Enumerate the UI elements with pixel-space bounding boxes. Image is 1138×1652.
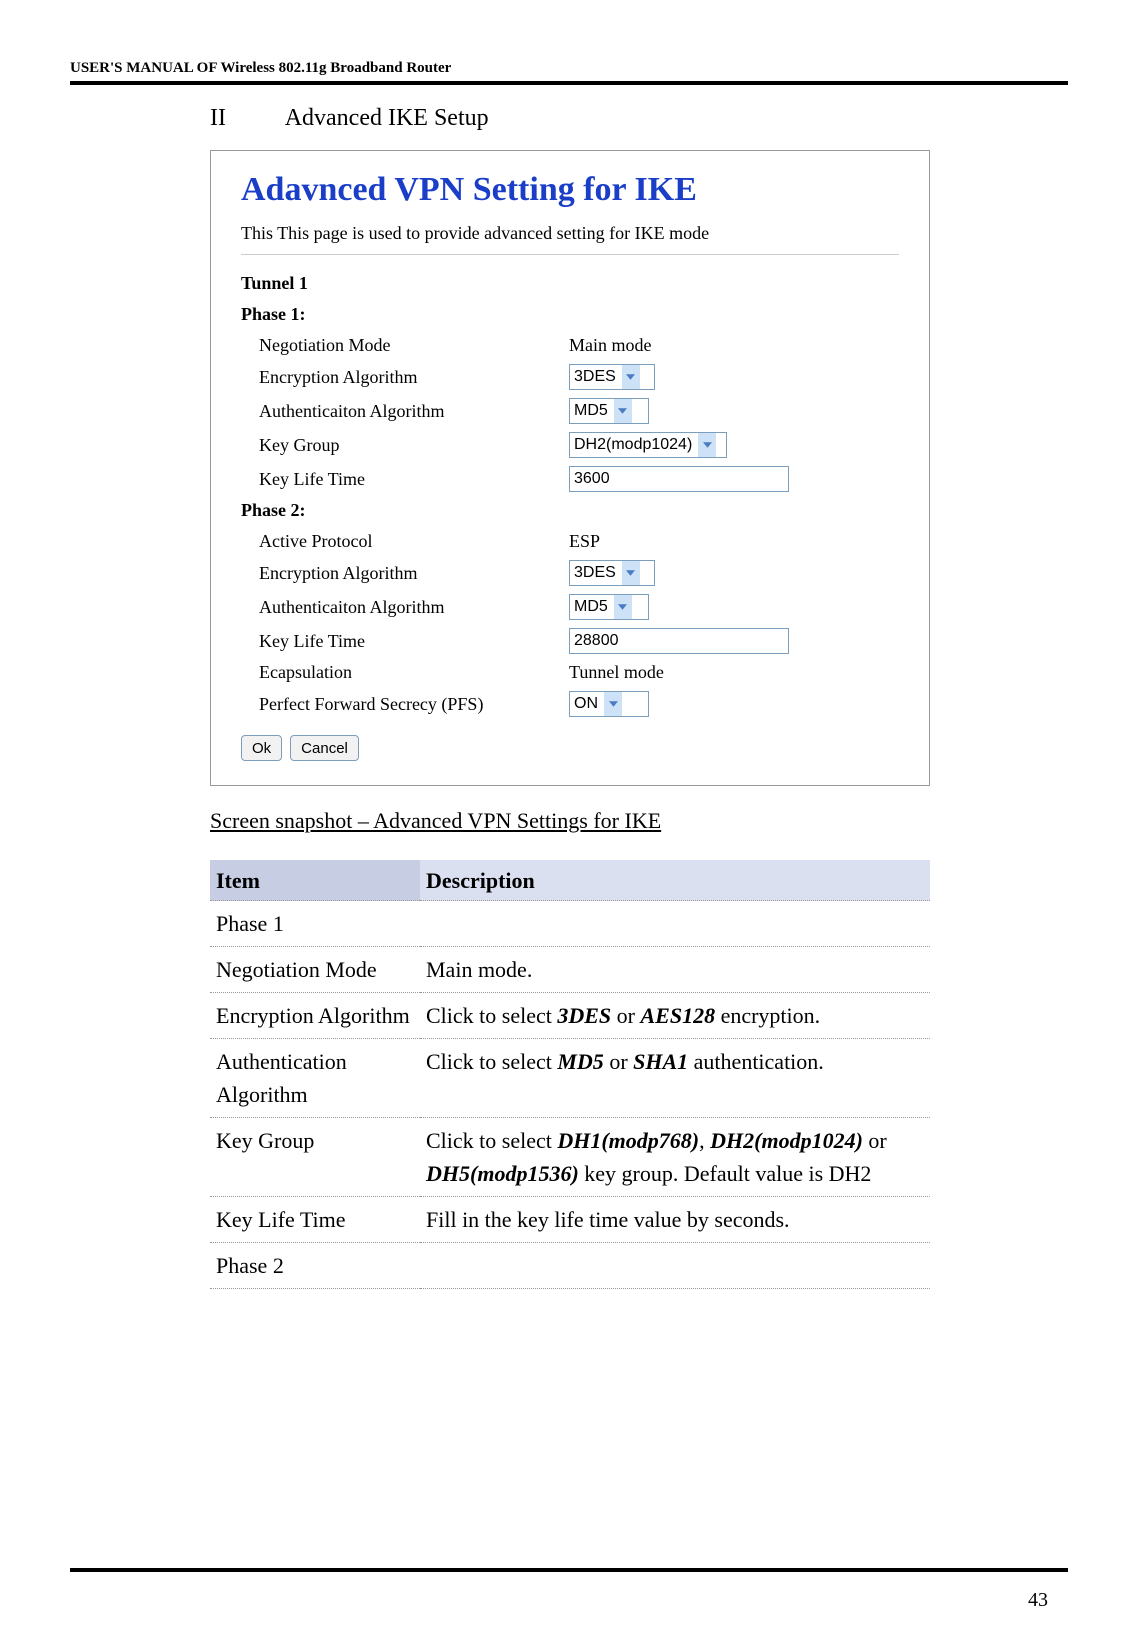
row-p2-auth: Authenticaiton Algorithm MD5 [259,594,899,620]
p2-encryption-label: Encryption Algorithm [259,563,569,584]
row-p2-encryption: Encryption Algorithm 3DES [259,560,899,586]
key-group-label: Key Group [259,435,569,456]
chevron-down-icon [698,433,716,457]
p1-auth-value: MD5 [570,402,614,420]
pfs-label: Perfect Forward Secrecy (PFS) [259,694,569,715]
p2-auth-value: MD5 [570,598,614,616]
row-p2-key-life: Key Life Time 28800 [259,628,899,654]
cell-item: Phase 1 [210,901,420,947]
key-group-select[interactable]: DH2(modp1024) [569,432,727,458]
phase2-label: Phase 2: [241,500,899,521]
table-row: Phase 2 [210,1243,930,1289]
cell-desc [420,1243,930,1289]
cell-desc: Click to select DH1(modp768), DH2(modp10… [420,1118,930,1197]
page-header: USER'S MANUAL OF Wireless 802.11g Broadb… [70,60,1068,77]
negotiation-mode-value: Main mode [569,335,652,356]
p1-encryption-select[interactable]: 3DES [569,364,655,390]
page-number: 43 [1028,1589,1048,1612]
section-roman: II [210,105,280,132]
row-p1-auth: Authenticaiton Algorithm MD5 [259,398,899,424]
table-row: Encryption Algorithm Click to select 3DE… [210,993,930,1039]
p1-auth-select[interactable]: MD5 [569,398,649,424]
table-header-row: Item Description [210,860,930,901]
row-key-group: Key Group DH2(modp1024) [259,432,899,458]
section-heading: II Advanced IKE Setup [210,105,1068,132]
chevron-down-icon [604,692,622,716]
header-item: Item [210,860,420,901]
section-title: Advanced IKE Setup [285,105,489,131]
p1-key-life-input[interactable]: 3600 [569,466,789,492]
pfs-value: ON [570,695,604,713]
pfs-select[interactable]: ON [569,691,649,717]
p2-key-life-value: 28800 [574,632,619,650]
chevron-down-icon [622,365,640,389]
cell-item: Key Group [210,1118,420,1197]
chevron-down-icon [622,561,640,585]
panel-description: This This page is used to provide advanc… [241,223,899,244]
panel-divider [241,254,899,255]
table-row: Key Life Time Fill in the key life time … [210,1197,930,1243]
p2-key-life-input[interactable]: 28800 [569,628,789,654]
cell-desc [420,901,930,947]
description-table: Item Description Phase 1 Negotiation Mod… [210,860,930,1289]
table-row: Negotiation Mode Main mode. [210,947,930,993]
tunnel-label: Tunnel 1 [241,273,899,294]
p2-auth-label: Authenticaiton Algorithm [259,597,569,618]
button-row: Ok Cancel [241,735,899,761]
cell-item: Authentication Algorithm [210,1039,420,1118]
row-negotiation-mode: Negotiation Mode Main mode [259,335,899,356]
key-group-value: DH2(modp1024) [570,436,698,454]
screenshot-caption: Screen snapshot – Advanced VPN Settings … [210,808,1068,834]
table-row: Authentication Algorithm Click to select… [210,1039,930,1118]
negotiation-mode-label: Negotiation Mode [259,335,569,356]
cancel-button[interactable]: Cancel [290,735,359,761]
p1-key-life-label: Key Life Time [259,469,569,490]
chevron-down-icon [614,595,632,619]
ok-button[interactable]: Ok [241,735,282,761]
p2-key-life-label: Key Life Time [259,631,569,652]
p2-encryption-value: 3DES [570,564,622,582]
p1-encryption-label: Encryption Algorithm [259,367,569,388]
chevron-down-icon [614,399,632,423]
cell-item: Phase 2 [210,1243,420,1289]
table-row: Key Group Click to select DH1(modp768), … [210,1118,930,1197]
encapsulation-label: Ecapsulation [259,662,569,683]
header-rule [70,81,1068,85]
p2-auth-select[interactable]: MD5 [569,594,649,620]
cell-desc: Fill in the key life time value by secon… [420,1197,930,1243]
active-protocol-value: ESP [569,531,600,552]
cell-item: Encryption Algorithm [210,993,420,1039]
vpn-settings-panel: Adavnced VPN Setting for IKE This This p… [210,150,930,786]
row-p1-encryption: Encryption Algorithm 3DES [259,364,899,390]
active-protocol-label: Active Protocol [259,531,569,552]
p1-key-life-value: 3600 [574,470,610,488]
row-pfs: Perfect Forward Secrecy (PFS) ON [259,691,899,717]
table-row: Phase 1 [210,901,930,947]
header-description: Description [420,860,930,901]
p1-auth-label: Authenticaiton Algorithm [259,401,569,422]
cell-desc: Main mode. [420,947,930,993]
footer-rule [70,1568,1068,1572]
cell-desc: Click to select 3DES or AES128 encryptio… [420,993,930,1039]
cell-desc: Click to select MD5 or SHA1 authenticati… [420,1039,930,1118]
encapsulation-value: Tunnel mode [569,662,664,683]
phase1-label: Phase 1: [241,304,899,325]
row-p1-key-life: Key Life Time 3600 [259,466,899,492]
row-encapsulation: Ecapsulation Tunnel mode [259,662,899,683]
p1-encryption-value: 3DES [570,368,622,386]
panel-title: Adavnced VPN Setting for IKE [241,171,899,209]
cell-item: Key Life Time [210,1197,420,1243]
row-active-protocol: Active Protocol ESP [259,531,899,552]
p2-encryption-select[interactable]: 3DES [569,560,655,586]
cell-item: Negotiation Mode [210,947,420,993]
